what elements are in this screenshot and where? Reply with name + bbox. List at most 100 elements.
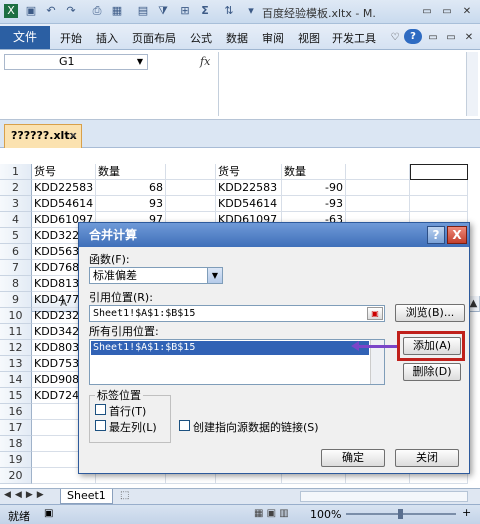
redo-icon[interactable]: ↷: [64, 4, 78, 18]
row-header[interactable]: 14: [0, 372, 32, 388]
doc-minimize-icon[interactable]: ▭: [424, 30, 442, 45]
view-buttons-icon[interactable]: ▦ ▣ ▥: [254, 508, 289, 519]
cell-a1[interactable]: 货号: [32, 164, 96, 180]
tab-review[interactable]: 审阅: [262, 30, 284, 46]
close-icon[interactable]: ×: [69, 125, 77, 147]
sheet-nav-icon[interactable]: ◀◀▶▶: [4, 490, 48, 500]
sort-icon[interactable]: ⇅: [222, 4, 236, 18]
ok-button[interactable]: 确定: [321, 449, 385, 467]
qat-customize-icon[interactable]: ▾: [244, 4, 258, 18]
macro-record-icon[interactable]: ▣: [44, 508, 53, 519]
row-header[interactable]: 18: [0, 436, 32, 452]
row-header[interactable]: 9: [0, 292, 32, 308]
tab-page-layout[interactable]: 页面布局: [132, 30, 176, 46]
cell-c1[interactable]: [166, 164, 216, 180]
collapse-dialog-icon[interactable]: ▣: [367, 307, 383, 320]
row-header[interactable]: 11: [0, 324, 32, 340]
doc-close-icon[interactable]: ✕: [460, 30, 478, 45]
cell-g1[interactable]: [410, 164, 468, 180]
name-box[interactable]: G1 ▼: [4, 54, 148, 70]
tab-formulas[interactable]: 公式: [190, 30, 212, 46]
formula-input[interactable]: [218, 52, 464, 116]
left-column-checkbox[interactable]: [95, 420, 106, 431]
row-header[interactable]: 6: [0, 244, 32, 260]
file-tab[interactable]: 文件: [0, 26, 50, 49]
function-select[interactable]: 标准偏差 ▼: [89, 267, 223, 284]
cell-e1[interactable]: 数量: [282, 164, 346, 180]
cell-a2[interactable]: KDD22583: [32, 180, 96, 196]
row-header[interactable]: 2: [0, 180, 32, 196]
browse-button[interactable]: 浏览(B)...: [395, 304, 465, 322]
table-icon[interactable]: ▦: [110, 4, 124, 18]
row-header[interactable]: 10: [0, 308, 32, 324]
delete-button[interactable]: 删除(D): [403, 363, 461, 381]
tab-developer[interactable]: 开发工具: [332, 30, 376, 46]
cell-b2[interactable]: 68: [96, 180, 166, 196]
row-header[interactable]: 17: [0, 420, 32, 436]
row-header[interactable]: 15: [0, 388, 32, 404]
cell-f3[interactable]: [346, 196, 410, 212]
reference-input[interactable]: Sheet1!$A$1:$B$15: [89, 305, 385, 322]
zoom-level[interactable]: 100%: [310, 508, 341, 521]
zoom-in-icon[interactable]: +: [462, 506, 471, 519]
dialog-close-icon[interactable]: X: [447, 226, 467, 244]
save-icon[interactable]: ▣: [24, 4, 38, 18]
cell-f2[interactable]: [346, 180, 410, 196]
tab-insert[interactable]: 插入: [96, 30, 118, 46]
restore-icon[interactable]: ▭: [438, 4, 456, 19]
cell-d3[interactable]: KDD54614: [216, 196, 282, 212]
row-header[interactable]: 5: [0, 228, 32, 244]
row-header[interactable]: 13: [0, 356, 32, 372]
cell-g2[interactable]: [410, 180, 468, 196]
filter-icon[interactable]: ⧩: [156, 4, 170, 18]
cell-d2[interactable]: KDD22583: [216, 180, 282, 196]
undo-icon[interactable]: ↶: [44, 4, 58, 18]
help-icon[interactable]: ?: [404, 29, 422, 44]
fx-icon[interactable]: fx: [200, 55, 210, 68]
row-header[interactable]: 8: [0, 276, 32, 292]
cell-f1[interactable]: [346, 164, 410, 180]
cell-g3[interactable]: [410, 196, 468, 212]
list-item[interactable]: Sheet1!$A$1:$B$15: [91, 341, 369, 355]
row-header[interactable]: 12: [0, 340, 32, 356]
document-tab[interactable]: ??????.xltx ×: [4, 124, 82, 148]
row-header[interactable]: 20: [0, 468, 32, 484]
horizontal-scrollbar[interactable]: [300, 491, 468, 502]
row-header[interactable]: 4: [0, 212, 32, 228]
close-window-icon[interactable]: ✕: [458, 4, 476, 19]
cell-d1[interactable]: 货号: [216, 164, 282, 180]
row-header[interactable]: 3: [0, 196, 32, 212]
sheet-tab-sheet1[interactable]: Sheet1: [60, 489, 113, 504]
new-sheet-icon[interactable]: ⬚: [120, 490, 129, 501]
format-icon[interactable]: ▤: [136, 4, 150, 18]
close-button[interactable]: 关闭: [395, 449, 459, 467]
minimize-icon[interactable]: ▭: [418, 4, 436, 19]
borders-icon[interactable]: ⊞: [178, 4, 192, 18]
cell-c2[interactable]: [166, 180, 216, 196]
cell-b3[interactable]: 93: [96, 196, 166, 212]
create-links-checkbox[interactable]: [179, 420, 190, 431]
row-header[interactable]: 7: [0, 260, 32, 276]
doc-restore-icon[interactable]: ▭: [442, 30, 460, 45]
cell-a3[interactable]: KDD54614: [32, 196, 96, 212]
row-header[interactable]: 19: [0, 452, 32, 468]
print-preview-icon[interactable]: ⎙: [90, 4, 104, 18]
chevron-down-icon[interactable]: ▼: [137, 55, 143, 69]
zoom-slider-thumb[interactable]: [398, 509, 403, 519]
cell-e2[interactable]: -90: [282, 180, 346, 196]
tab-view[interactable]: 视图: [298, 30, 320, 46]
cell-c3[interactable]: [166, 196, 216, 212]
cell-e3[interactable]: -93: [282, 196, 346, 212]
row-header[interactable]: 16: [0, 404, 32, 420]
first-row-checkbox[interactable]: [95, 404, 106, 415]
row-header[interactable]: 1: [0, 164, 32, 180]
dialog-help-icon[interactable]: ?: [427, 226, 445, 244]
ribbon-collapse-icon[interactable]: ♡: [386, 30, 404, 45]
tab-home[interactable]: 开始: [60, 30, 82, 46]
chevron-down-icon[interactable]: ▼: [207, 268, 222, 283]
tab-data[interactable]: 数据: [226, 30, 248, 46]
all-references-list[interactable]: Sheet1!$A$1:$B$15: [89, 339, 385, 385]
sum-icon[interactable]: Σ: [198, 4, 212, 18]
cell-b1[interactable]: 数量: [96, 164, 166, 180]
formula-scrollbar[interactable]: [466, 52, 478, 116]
